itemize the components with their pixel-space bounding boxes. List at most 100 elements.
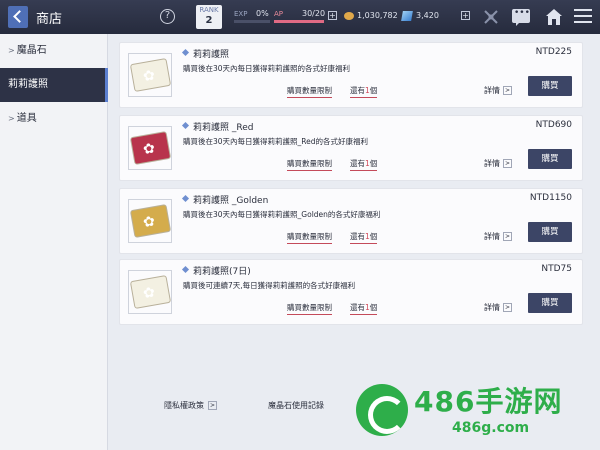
detail-link[interactable]: 詳情 > xyxy=(484,231,512,242)
gem-plus-button[interactable]: + xyxy=(461,11,470,20)
gem-icon xyxy=(401,11,413,21)
chevron-right-icon: > xyxy=(503,159,512,168)
remaining-count: 還有1個 xyxy=(350,231,378,244)
sidebar-item-label: 莉莉護照 xyxy=(8,79,48,90)
detail-link[interactable]: 詳情 > xyxy=(484,158,512,169)
product-price: NTD1150 xyxy=(529,193,572,203)
detail-link[interactable]: 詳情 > xyxy=(484,302,512,313)
sidebar-item-magic-crystal[interactable]: > 魔晶石 xyxy=(0,34,108,68)
home-icon[interactable] xyxy=(545,8,563,26)
privacy-policy-link[interactable]: 隱私權政策 > xyxy=(164,400,217,411)
product-card: ✿ 莉莉護照 _Golden NTD1150 購買後在30天內每日獲得莉莉護照_… xyxy=(119,188,583,254)
chevron-right-icon: > xyxy=(8,114,15,123)
detail-label: 詳情 xyxy=(484,303,500,312)
product-name: 莉莉護照 xyxy=(193,50,230,60)
coin-icon xyxy=(344,12,354,20)
product-card: ✿ 莉莉護照(7日) NTD75 購買後可連續7天,每日獲得莉莉護照的各式好康福… xyxy=(119,259,583,325)
watermark-logo-icon xyxy=(356,384,408,436)
ap-label: AP xyxy=(274,10,284,18)
passport-card-image: ✿ xyxy=(129,58,172,92)
product-thumbnail: ✿ xyxy=(128,270,172,314)
product-name: 莉莉護照(7日) xyxy=(193,267,251,277)
menu-icon[interactable] xyxy=(574,9,592,23)
top-bar: 商店 ? RANK 2 EXP 0% AP 30/20 + 1,030,782 … xyxy=(0,0,600,34)
detail-label: 詳情 xyxy=(484,232,500,241)
passport-card-image: ✿ xyxy=(129,131,172,165)
detail-link[interactable]: 詳情 > xyxy=(484,85,512,96)
diamond-icon xyxy=(181,121,190,130)
ap-plus-button[interactable]: + xyxy=(328,11,337,20)
product-card: ✿ 莉莉護照 NTD225 購買後在30天內每日獲得莉莉護照的各式好康福利 購買… xyxy=(119,42,583,108)
rank-value: 2 xyxy=(205,15,213,26)
privacy-policy-label: 隱私權政策 xyxy=(164,401,204,410)
buy-button[interactable]: 購買 xyxy=(528,149,572,169)
remaining-count: 還有1個 xyxy=(350,85,378,98)
gem-value: 3,420 xyxy=(416,11,439,20)
passport-card-image: ✿ xyxy=(129,204,172,238)
remaining-suffix: 個 xyxy=(369,232,378,241)
product-thumbnail: ✿ xyxy=(128,53,172,97)
product-description: 購買後在30天內每日獲得莉莉護照_Golden的各式好康福利 xyxy=(183,210,381,219)
sidebar-item-label: 魔晶石 xyxy=(16,45,47,56)
exp-progress-bar xyxy=(234,20,270,23)
buy-button[interactable]: 購買 xyxy=(528,222,572,242)
flower-icon: ✿ xyxy=(141,284,157,303)
product-name: 莉莉護照 _Golden xyxy=(193,196,269,206)
remaining-suffix: 個 xyxy=(369,159,378,168)
buy-button[interactable]: 購買 xyxy=(528,293,572,313)
product-price: NTD225 xyxy=(535,47,572,57)
purchase-limit-label: 購買數量限制 xyxy=(287,231,332,244)
chat-icon[interactable] xyxy=(512,8,530,26)
rank-label: RANK xyxy=(199,6,219,14)
ap-value: 30/20 xyxy=(302,9,326,18)
purchase-limit-label: 購買數量限制 xyxy=(287,85,332,98)
product-thumbnail: ✿ xyxy=(128,199,172,243)
detail-label: 詳情 xyxy=(484,86,500,95)
remaining-prefix: 還有 xyxy=(350,159,365,168)
chevron-right-icon: > xyxy=(503,232,512,241)
product-price: NTD75 xyxy=(541,264,572,274)
passport-card-image: ✿ xyxy=(129,275,172,309)
buy-button[interactable]: 購買 xyxy=(528,76,572,96)
remaining-suffix: 個 xyxy=(369,303,378,312)
ap-progress-fill xyxy=(274,20,324,23)
remaining-count: 還有1個 xyxy=(350,158,378,171)
product-description: 購買後可連續7天,每日獲得莉莉護照的各式好康福利 xyxy=(183,281,356,290)
sidebar-item-label: 道具 xyxy=(16,113,37,124)
help-icon[interactable]: ? xyxy=(160,9,175,24)
chevron-right-icon: > xyxy=(8,46,15,55)
watermark-url: 486g.com xyxy=(452,420,530,436)
flower-icon: ✿ xyxy=(141,140,157,159)
diamond-icon xyxy=(181,48,190,57)
back-button[interactable] xyxy=(8,6,28,28)
exp-label: EXP xyxy=(234,10,248,18)
diamond-icon xyxy=(181,194,190,203)
exp-value: 0% xyxy=(256,9,269,18)
category-sidebar: > 魔晶石 莉莉護照 > 道具 xyxy=(0,34,108,450)
ap-progress-bar xyxy=(274,20,324,23)
flower-icon: ✿ xyxy=(141,213,157,232)
product-thumbnail: ✿ xyxy=(128,126,172,170)
sidebar-item-items[interactable]: > 道具 xyxy=(0,102,108,136)
remaining-count: 還有1個 xyxy=(350,302,378,315)
sidebar-item-lily-passport[interactable]: 莉莉護照 xyxy=(0,68,108,102)
page-title: 商店 xyxy=(36,12,63,27)
chevron-right-icon: > xyxy=(503,303,512,312)
rank-badge: RANK 2 xyxy=(196,5,222,29)
watermark-title: 486手游网 xyxy=(414,385,563,418)
product-description: 購買後在30天內每日獲得莉莉護照的各式好康福利 xyxy=(183,64,351,73)
product-price: NTD690 xyxy=(535,120,572,130)
product-name: 莉莉護照 _Red xyxy=(193,123,254,133)
gem-usage-log-link[interactable]: 魔晶石使用記錄 xyxy=(268,400,324,411)
purchase-limit-label: 購買數量限制 xyxy=(287,158,332,171)
remaining-prefix: 還有 xyxy=(350,303,365,312)
purchase-limit-label: 購買數量限制 xyxy=(287,302,332,315)
product-description: 購買後在30天內每日獲得莉莉護照_Red的各式好康福利 xyxy=(183,137,369,146)
gem-usage-label: 魔晶石使用記錄 xyxy=(268,401,324,410)
remaining-prefix: 還有 xyxy=(350,86,365,95)
remaining-prefix: 還有 xyxy=(350,232,365,241)
crossed-swords-icon[interactable] xyxy=(482,8,500,26)
chevron-right-icon: > xyxy=(208,401,217,410)
detail-label: 詳情 xyxy=(484,159,500,168)
chevron-right-icon: > xyxy=(503,86,512,95)
